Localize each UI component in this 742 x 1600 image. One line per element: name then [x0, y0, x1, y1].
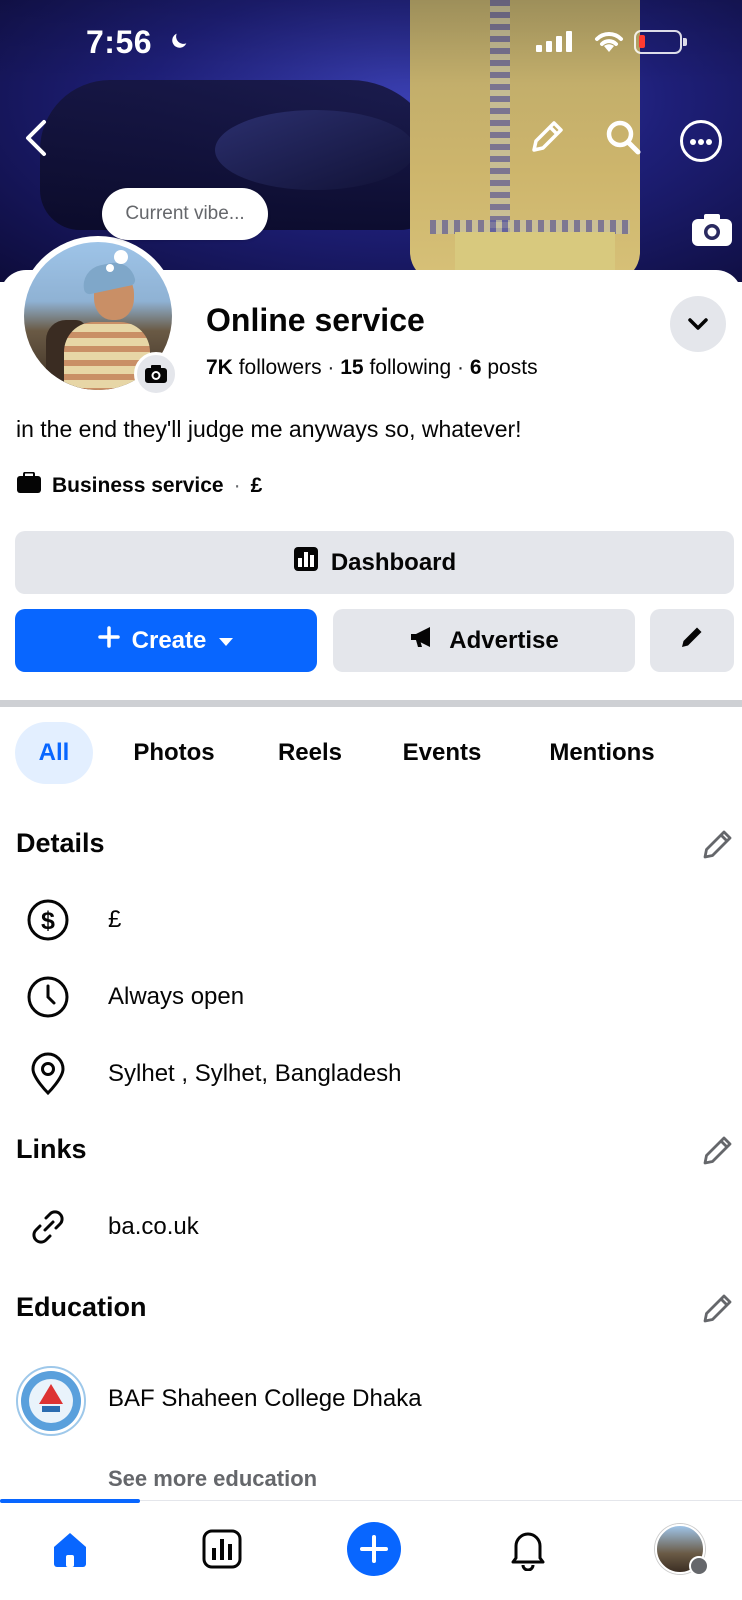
edit-profile-button[interactable]	[650, 609, 734, 672]
pencil-icon[interactable]	[526, 118, 566, 163]
posts-count: 6	[469, 356, 482, 379]
profile-stats: 7K followers · 15 following · 6 posts	[206, 356, 538, 379]
dashboard-icon[interactable]	[192, 1519, 252, 1579]
svg-text:$: $	[41, 907, 55, 935]
vibe-bubble-tail	[114, 250, 128, 264]
create-post-button[interactable]	[344, 1519, 404, 1579]
link-row[interactable]: ba.co.uk	[0, 1199, 742, 1255]
bottom-nav	[0, 1499, 742, 1600]
details-heading: Details	[16, 828, 105, 858]
create-label: Create	[131, 626, 207, 654]
profile-category: Business service · £	[16, 471, 263, 500]
pencil-icon	[679, 624, 705, 657]
tab-all[interactable]: All	[15, 722, 93, 784]
link-url[interactable]: ba.co.uk	[108, 1213, 199, 1241]
chevron-down-icon	[688, 318, 708, 330]
create-button[interactable]: Create	[15, 609, 317, 672]
category-price: £	[250, 474, 263, 497]
education-heading: Education	[16, 1292, 147, 1322]
posts-label: posts	[487, 356, 538, 379]
tab-reels[interactable]: Reels	[262, 722, 358, 784]
category-separator: ·	[233, 474, 241, 497]
vibe-bubble-tail-small	[106, 264, 114, 272]
wifi-icon	[592, 26, 626, 59]
tab-mentions[interactable]: Mentions	[526, 722, 678, 784]
following-count[interactable]: 15	[340, 356, 363, 379]
detail-price-text: £	[108, 906, 122, 933]
current-vibe-bubble[interactable]: Current vibe...	[102, 188, 268, 240]
dollar-circle-icon: $	[26, 898, 70, 942]
edit-details-pencil-icon[interactable]	[700, 828, 734, 867]
cellular-signal-icon	[536, 30, 572, 52]
profile-bio: in the end they'll judge me anyways so, …	[16, 416, 522, 442]
megaphone-icon	[409, 625, 437, 656]
dashboard-button[interactable]: Dashboard	[15, 531, 734, 594]
status-bar: 7:56	[0, 18, 742, 62]
briefcase-icon	[16, 471, 42, 500]
profile-tabs: All Photos Reels Events Mentions	[0, 722, 742, 786]
moon-icon	[168, 30, 190, 58]
link-icon	[26, 1205, 70, 1249]
followers-count[interactable]: 7K	[206, 356, 233, 379]
see-more-education-link[interactable]: See more education	[108, 1466, 317, 1492]
plus-icon	[97, 626, 120, 655]
detail-hours-row: Always open	[0, 969, 742, 1025]
tab-events[interactable]: Events	[386, 722, 498, 784]
links-heading: Links	[16, 1134, 87, 1164]
plus-icon	[347, 1522, 401, 1576]
search-icon[interactable]	[604, 118, 644, 163]
avatar-camera-icon[interactable]	[134, 352, 178, 396]
avatar	[655, 1524, 709, 1576]
caret-down-icon	[218, 627, 234, 655]
edit-education-pencil-icon[interactable]	[700, 1292, 734, 1331]
edit-links-pencil-icon[interactable]	[700, 1134, 734, 1173]
more-icon[interactable]	[680, 120, 722, 162]
advertise-label: Advertise	[449, 626, 559, 654]
menu-badge-icon	[689, 1556, 709, 1576]
detail-hours-text: Always open	[108, 983, 245, 1010]
home-icon[interactable]	[40, 1519, 100, 1579]
school-name[interactable]: BAF Shaheen College Dhaka	[108, 1385, 422, 1413]
status-time: 7:56	[86, 24, 153, 60]
clock-icon	[26, 975, 70, 1019]
nav-active-indicator	[0, 1499, 140, 1503]
detail-location-text: Sylhet , Sylhet, Bangladesh	[108, 1060, 402, 1087]
advertise-button[interactable]: Advertise	[333, 609, 635, 672]
profile-switch-button[interactable]	[670, 296, 726, 352]
section-divider	[0, 700, 742, 707]
bell-icon[interactable]	[498, 1519, 558, 1579]
dashboard-label: Dashboard	[330, 548, 457, 576]
profile-avatar-tab[interactable]	[650, 1519, 710, 1579]
category-label: Business service	[52, 474, 224, 497]
detail-price-row: $ £	[0, 892, 742, 948]
page-title: Online service	[206, 302, 425, 338]
detail-location-row: Sylhet , Sylhet, Bangladesh	[0, 1046, 742, 1102]
following-label[interactable]: following	[369, 356, 451, 379]
location-pin-icon	[26, 1052, 70, 1096]
education-row[interactable]: BAF Shaheen College Dhaka	[0, 1371, 742, 1427]
dashboard-icon	[293, 546, 319, 579]
tab-photos[interactable]: Photos	[114, 722, 234, 784]
camera-icon[interactable]	[690, 212, 734, 246]
followers-label[interactable]: followers	[239, 356, 322, 379]
back-chevron-icon[interactable]	[22, 118, 50, 163]
battery-icon	[634, 30, 687, 54]
